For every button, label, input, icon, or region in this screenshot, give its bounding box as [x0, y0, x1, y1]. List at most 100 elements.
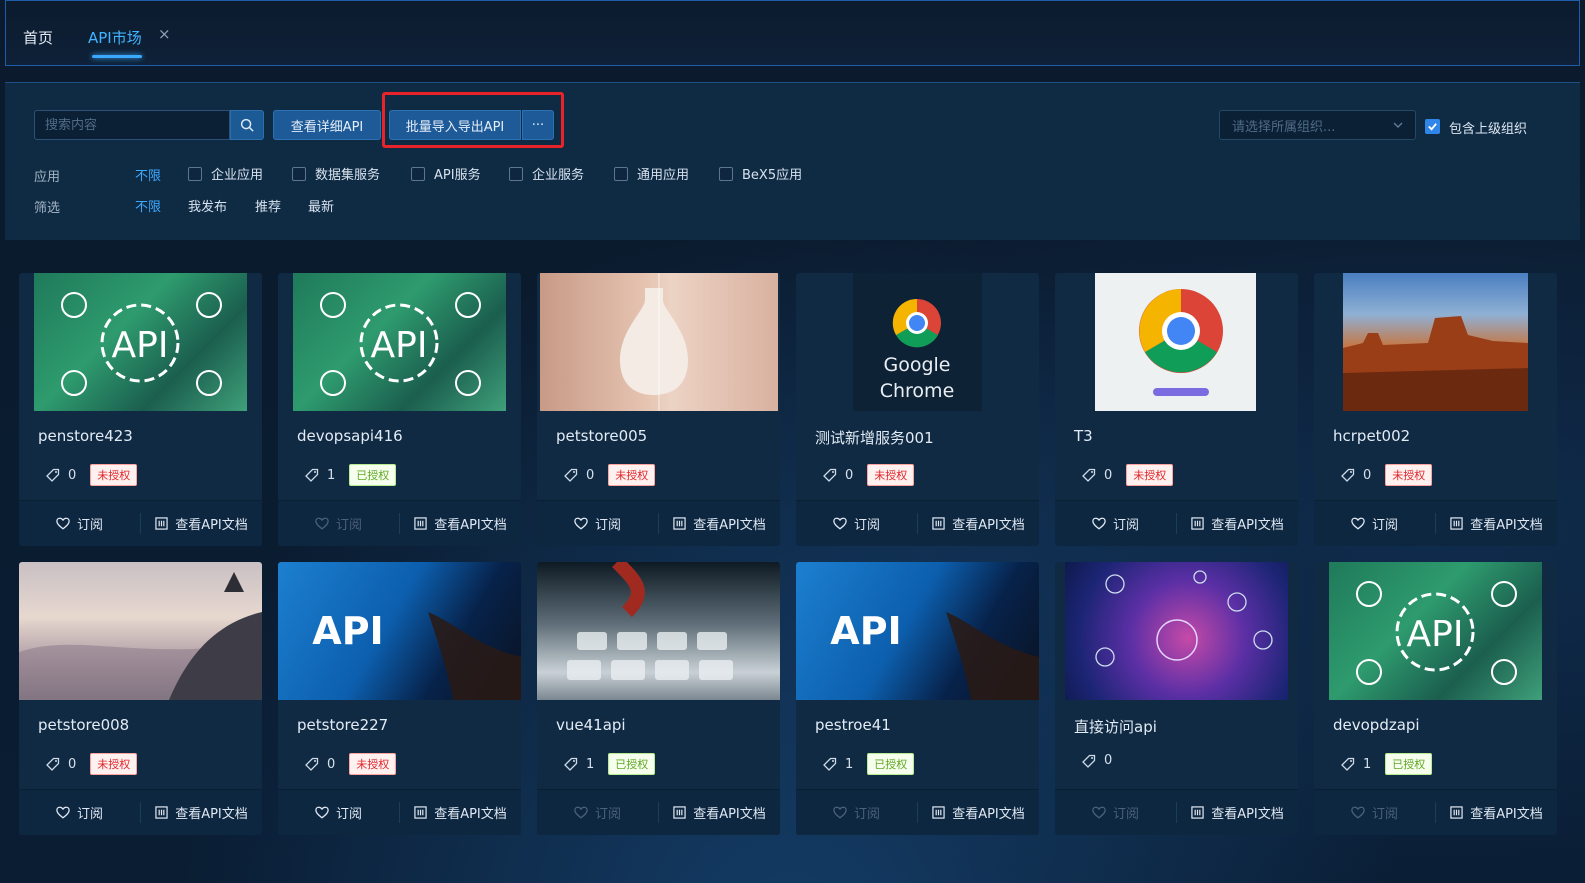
view-detail-api-button[interactable]: 查看详细API [273, 110, 381, 140]
card-title[interactable]: hcrpet002 [1333, 427, 1410, 445]
card-title[interactable]: T3 [1074, 427, 1093, 445]
org-select[interactable]: 请选择所属组织... [1219, 110, 1416, 140]
checkbox[interactable] [411, 166, 425, 181]
search-input[interactable] [34, 110, 230, 140]
checkbox[interactable] [188, 166, 202, 181]
card-title[interactable]: vue41api [556, 716, 626, 734]
close-icon[interactable]: × [158, 25, 171, 43]
filter-all[interactable]: 不限 [135, 196, 161, 215]
card-image[interactable]: Google Chrome [853, 273, 982, 411]
filter-recommended[interactable]: 推荐 [255, 196, 281, 215]
api-card[interactable]: Google Chrome 测试新增服务001 0 未授权 订阅 查看API文档 [796, 273, 1039, 546]
status-badge: 已授权 [349, 464, 397, 486]
view-api-doc-button[interactable]: 查看API文档 [918, 790, 1039, 835]
api-card[interactable]: hcrpet002 0 未授权 订阅 查看API文档 [1314, 273, 1557, 546]
subscribe-button[interactable]: 订阅 [1055, 501, 1176, 546]
status-badge: 未授权 [1385, 464, 1433, 486]
view-api-doc-button[interactable]: 查看API文档 [659, 790, 780, 835]
doc-icon [1450, 517, 1463, 530]
api-card[interactable]: 直接访问api 0 订阅 查看API文档 [1055, 562, 1298, 835]
card-title[interactable]: penstore423 [38, 427, 133, 445]
view-api-doc-button[interactable]: 查看API文档 [400, 501, 521, 546]
batch-import-export-button[interactable]: 批量导入导出API [389, 110, 521, 140]
subscribe-button[interactable]: 订阅 [278, 790, 399, 835]
more-button[interactable]: ··· [522, 110, 554, 140]
subscribe-button[interactable]: 订阅 [19, 501, 140, 546]
view-api-doc-button[interactable]: 查看API文档 [1177, 790, 1298, 835]
checkbox[interactable] [292, 166, 306, 181]
card-image[interactable]: API [796, 562, 1039, 700]
card-image[interactable] [540, 273, 778, 411]
include-parent-checkbox[interactable] [1425, 119, 1440, 134]
api-card[interactable]: API devopdzapi 1 已授权 订阅 查看API文档 [1314, 562, 1557, 835]
card-title[interactable]: 测试新增服务001 [815, 427, 934, 448]
tag-icon [1082, 468, 1096, 482]
app-option-api-service[interactable]: API服务 [411, 164, 481, 183]
checkbox[interactable] [614, 166, 628, 181]
doc-icon [673, 517, 686, 530]
card-meta: 1 已授权 [564, 753, 656, 775]
view-api-doc-button[interactable]: 查看API文档 [1436, 501, 1557, 546]
subscribe-button[interactable]: 订阅 [19, 790, 140, 835]
app-filter-all[interactable]: 不限 [135, 165, 161, 184]
status-badge: 未授权 [1126, 464, 1174, 486]
subscribe-button[interactable]: 订阅 [1314, 501, 1435, 546]
api-card[interactable]: API penstore423 0 未授权 订阅 查看API文档 [19, 273, 262, 546]
view-api-doc-button[interactable]: 查看API文档 [400, 790, 521, 835]
app-option-dataset-service[interactable]: 数据集服务 [292, 164, 380, 183]
card-image[interactable] [1095, 273, 1256, 411]
checkbox[interactable] [719, 166, 733, 181]
subscribe-button[interactable]: 订阅 [796, 501, 917, 546]
card-title[interactable]: petstore227 [297, 716, 388, 734]
view-api-doc-label: 查看API文档 [1470, 518, 1543, 533]
card-title[interactable]: pestroe41 [815, 716, 891, 734]
card-title[interactable]: petstore008 [38, 716, 129, 734]
card-image[interactable] [19, 562, 262, 700]
api-card[interactable]: API devopsapi416 1 已授权 订阅 查看API文档 [278, 273, 521, 546]
card-title[interactable]: devopdzapi [1333, 716, 1420, 734]
heart-icon [574, 806, 588, 819]
card-title[interactable]: 直接访问api [1074, 716, 1157, 737]
api-card[interactable]: T3 0 未授权 订阅 查看API文档 [1055, 273, 1298, 546]
tab-api-market[interactable]: API市场 [88, 27, 142, 48]
doc-icon [1450, 806, 1463, 819]
card-image[interactable] [1065, 562, 1288, 700]
tag-count: 0 [586, 467, 595, 483]
card-meta: 0 [1082, 753, 1126, 768]
doc-icon [673, 806, 686, 819]
tag-icon [1082, 754, 1096, 768]
card-meta: 0 未授权 [1341, 464, 1433, 486]
filter-latest[interactable]: 最新 [308, 196, 334, 215]
app-option-general-app[interactable]: 通用应用 [614, 164, 689, 183]
view-api-doc-button[interactable]: 查看API文档 [141, 501, 262, 546]
card-image[interactable]: API [278, 562, 521, 700]
app-option-enterprise-service[interactable]: 企业服务 [509, 164, 584, 183]
api-card[interactable]: petstore008 0 未授权 订阅 查看API文档 [19, 562, 262, 835]
card-image[interactable]: API [293, 273, 506, 411]
api-card[interactable]: petstore005 0 未授权 订阅 查看API文档 [537, 273, 780, 546]
heart-icon [1351, 517, 1365, 530]
view-api-doc-button[interactable]: 查看API文档 [1177, 501, 1298, 546]
api-card[interactable]: API pestroe41 1 已授权 订阅 查看API文档 [796, 562, 1039, 835]
view-api-doc-button[interactable]: 查看API文档 [659, 501, 780, 546]
view-api-doc-button[interactable]: 查看API文档 [141, 790, 262, 835]
subscribe-button: 订阅 [1314, 790, 1435, 835]
card-image[interactable]: API [1329, 562, 1542, 700]
api-card[interactable]: vue41api 1 已授权 订阅 查看API文档 [537, 562, 780, 835]
checkbox[interactable] [509, 166, 523, 181]
card-title[interactable]: petstore005 [556, 427, 647, 445]
card-title[interactable]: devopsapi416 [297, 427, 403, 445]
app-option-bex5-app[interactable]: BeX5应用 [719, 164, 802, 183]
view-api-doc-button[interactable]: 查看API文档 [918, 501, 1039, 546]
filter-my-published[interactable]: 我发布 [188, 196, 227, 215]
view-api-doc-button[interactable]: 查看API文档 [1436, 790, 1557, 835]
subscribe-button[interactable]: 订阅 [537, 501, 658, 546]
api-card[interactable]: API petstore227 0 未授权 订阅 查看API文档 [278, 562, 521, 835]
tag-count: 0 [68, 756, 77, 772]
tab-home[interactable]: 首页 [23, 27, 53, 48]
card-image[interactable]: API [34, 273, 247, 411]
card-image[interactable] [537, 562, 780, 700]
card-image[interactable] [1343, 273, 1528, 411]
search-button[interactable] [230, 110, 264, 140]
app-option-enterprise-app[interactable]: 企业应用 [188, 164, 263, 183]
